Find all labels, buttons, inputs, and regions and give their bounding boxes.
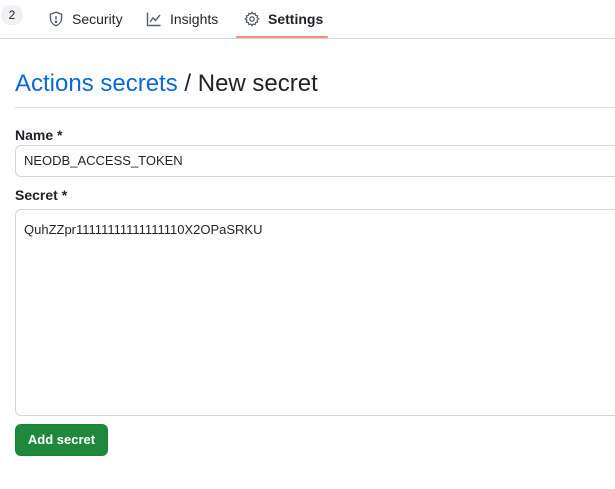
tab-security[interactable]: Security [48,0,123,38]
tab-settings[interactable]: Settings [244,0,323,38]
actions-secrets-link[interactable]: Actions secrets [15,70,178,97]
breadcrumb-separator: / [184,70,192,97]
tab-label: Security [72,11,123,27]
tab-label: Insights [170,11,219,27]
add-secret-button[interactable]: Add secret [15,424,108,456]
counter-badge: 2 [1,5,23,25]
gear-icon [244,11,268,27]
graph-icon [146,11,170,27]
page-title: Actions secrets / New secret [15,69,318,99]
secret-label: Secret * [15,187,68,203]
selected-tab-underline [236,36,328,38]
tab-label: Settings [268,11,324,27]
repo-nav: 2 Security Insights Settings [0,0,615,39]
page-title-text: New secret [197,70,318,97]
secret-value-textarea[interactable]: QuhZZpr11111111111111110X2OPaSRKU [15,209,615,416]
divider [15,107,615,108]
secret-name-input[interactable]: NEODB_ACCESS_TOKEN [15,145,615,177]
shield-icon [48,11,72,27]
tab-insights[interactable]: Insights [146,0,218,38]
name-label: Name * [15,127,63,143]
